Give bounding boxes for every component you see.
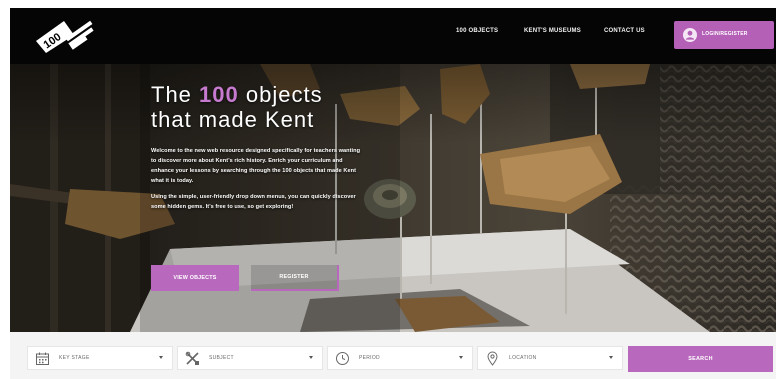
chevron-down-icon — [309, 356, 313, 359]
subject-label: SUBJECT — [209, 355, 234, 361]
calendar-icon — [35, 351, 50, 366]
user-icon — [683, 28, 697, 42]
period-select[interactable]: PERIOD — [327, 346, 473, 370]
period-label: PERIOD — [359, 355, 380, 361]
login-register-button[interactable]: LOGIN/REGISTER — [674, 21, 774, 49]
location-select[interactable]: LOCATION — [477, 346, 623, 370]
search-bar: KEY STAGE SUBJECT PERIOD LOCATION SEARCH — [10, 332, 776, 379]
hero-intro-paragraph-2: Using the simple, user-friendly drop dow… — [151, 194, 356, 210]
view-objects-button[interactable]: VIEW OBJECTS — [151, 265, 239, 291]
login-register-label: LOGIN/REGISTER — [702, 31, 748, 37]
hero-background-image — [10, 64, 776, 332]
nav-100-objects[interactable]: 100 OBJECTS — [456, 28, 498, 34]
hero-intro-paragraph-1: Welcome to the new web resource designed… — [151, 148, 361, 184]
tools-icon — [185, 351, 200, 366]
hero-title-pre: The — [151, 82, 200, 107]
hero-buttons: VIEW OBJECTS REGISTER — [151, 265, 351, 295]
register-button[interactable]: REGISTER — [251, 265, 339, 291]
search-button[interactable]: SEARCH — [628, 346, 773, 372]
chevron-down-icon — [159, 356, 163, 359]
chevron-down-icon — [609, 356, 613, 359]
location-pin-icon — [485, 351, 500, 366]
nav-contact-us[interactable]: CONTACT US — [604, 28, 645, 34]
clock-icon — [335, 351, 350, 366]
subject-select[interactable]: SUBJECT — [177, 346, 323, 370]
hero-title-number: 100 — [199, 82, 239, 107]
hero-title-post: objects — [238, 82, 323, 107]
hero-title: The 100 objects that made Kent — [151, 82, 381, 132]
hero-title-line2: that made Kent — [151, 107, 315, 132]
location-label: LOCATION — [509, 355, 537, 361]
page: 100 100 OBJECTS KENT'S MUSEUMS CONTACT U… — [0, 0, 776, 379]
hero-text: The 100 objects that made Kent Welcome t… — [151, 82, 381, 218]
hero-banner: The 100 objects that made Kent Welcome t… — [10, 64, 776, 332]
hero-intro: Welcome to the new web resource designed… — [151, 146, 363, 212]
key-stage-label: KEY STAGE — [59, 355, 90, 361]
site-logo-icon[interactable]: 100 — [34, 17, 98, 55]
nav-kents-museums[interactable]: KENT'S MUSEUMS — [524, 28, 581, 34]
key-stage-select[interactable]: KEY STAGE — [27, 346, 173, 370]
site-header: 100 100 OBJECTS KENT'S MUSEUMS CONTACT U… — [10, 8, 776, 64]
chevron-down-icon — [459, 356, 463, 359]
